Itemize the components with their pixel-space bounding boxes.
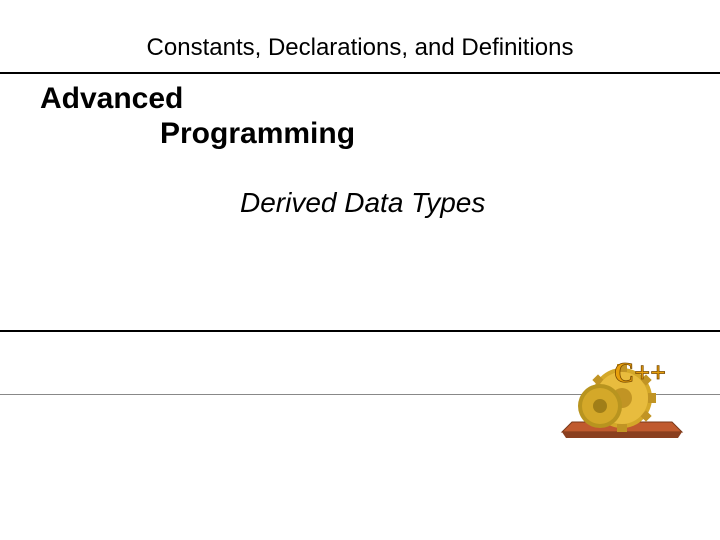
main-content: Advanced Programming Derived Data Types (0, 74, 720, 219)
heading-line2: Programming (40, 117, 680, 152)
heading-line1: Advanced (40, 82, 680, 117)
divider-middle (0, 330, 720, 332)
subtitle: Derived Data Types (40, 187, 680, 219)
page-title: Constants, Declarations, and Definitions (0, 0, 720, 72)
logo-text: C++ (614, 358, 666, 389)
cpp-logo: C++ (552, 350, 692, 440)
